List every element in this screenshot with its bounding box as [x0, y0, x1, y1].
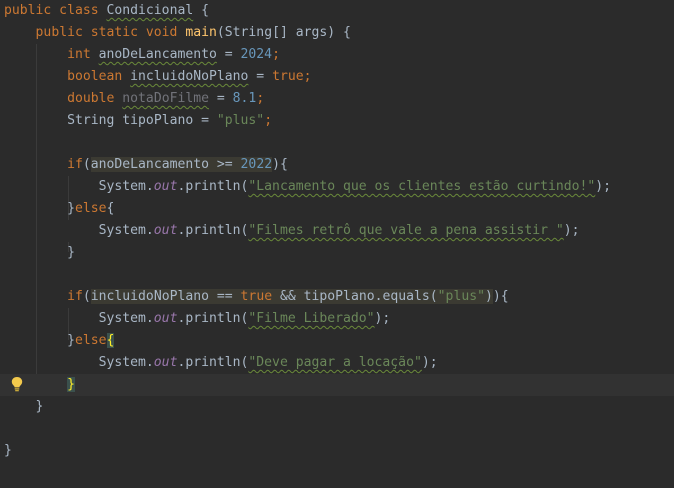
system-class: System. — [98, 179, 154, 194]
paren-close: ){ — [272, 157, 288, 172]
highlighted-condition: anoDeLancamento >= 2022 — [90, 157, 273, 172]
class-name: Condicional — [106, 3, 194, 18]
static-field-out: out — [153, 311, 178, 326]
static-field-out: out — [153, 355, 178, 370]
paren-close: ){ — [492, 289, 509, 304]
paren-open: ( — [82, 157, 91, 172]
code-line-3[interactable]: int anoDeLancamento = 2024; — [0, 44, 674, 66]
method-call: .equals( — [374, 289, 438, 304]
code-line-14[interactable]: if(incluidoNoPlano == true && tipoPlano.… — [0, 286, 674, 308]
method-params: (String[] args) { — [216, 25, 351, 40]
code-line-19[interactable]: } — [0, 396, 674, 418]
type-keyword: int — [67, 47, 91, 62]
code-line-18-current[interactable]: } — [0, 374, 674, 396]
string-literal: "Filme Liberado" — [248, 311, 375, 326]
statement-end: ); — [563, 223, 580, 238]
string-literal: "plus" — [216, 113, 265, 128]
operator: && — [272, 289, 304, 304]
closing-brace: } — [67, 245, 75, 260]
system-class: System. — [98, 223, 154, 238]
operator: == — [209, 289, 241, 304]
keyword: public static void — [35, 25, 178, 40]
method-call: .println( — [177, 355, 249, 370]
semicolon: ; — [264, 113, 273, 128]
number-literal: 2024 — [240, 47, 273, 62]
matched-closing-brace: } — [67, 377, 75, 392]
brace: { — [193, 3, 209, 18]
operator: = — [248, 69, 273, 84]
operator: = — [193, 113, 217, 128]
code-line-16[interactable]: }else{ — [0, 330, 674, 352]
method-call: .println( — [177, 311, 249, 326]
type-keyword: boolean — [67, 69, 123, 84]
paren-open: ( — [82, 289, 91, 304]
semicolon: ; — [272, 47, 280, 62]
variable-name: tipoPlano — [122, 113, 194, 128]
condition-variable: anoDeLancamento — [90, 157, 209, 172]
code-line-12[interactable]: } — [0, 242, 674, 264]
string-literal: "plus" — [437, 289, 485, 304]
semicolon: ; — [303, 69, 312, 84]
keyword-else: else — [74, 201, 107, 216]
variable-name: incluidoNoPlano — [130, 69, 249, 84]
code-line-11[interactable]: System.out.println("Filmes retrô que val… — [0, 220, 674, 242]
condition-variable: tipoPlano — [303, 289, 375, 304]
static-field-out: out — [153, 179, 178, 194]
statement-end: ); — [421, 355, 438, 370]
boolean-literal: true — [272, 69, 304, 84]
code-line-10[interactable]: }else{ — [0, 198, 674, 220]
keyword-if: if — [67, 289, 83, 304]
statement-end: ); — [595, 179, 612, 194]
code-line-1[interactable]: public class Condicional { — [0, 0, 674, 22]
matched-opening-brace: { — [106, 333, 115, 348]
method-call: .println( — [177, 179, 249, 194]
closing-brace: } — [67, 333, 75, 348]
type-keyword: double — [67, 91, 115, 106]
operator: = — [209, 91, 233, 106]
code-line-6[interactable]: String tipoPlano = "plus"; — [0, 110, 674, 132]
semicolon: ; — [256, 91, 265, 106]
method-call: .println( — [177, 223, 249, 238]
highlighted-condition: incluidoNoPlano == true && tipoPlano.equ… — [90, 289, 493, 304]
string-literal: "Lancamento que os clientes estão curtin… — [248, 179, 596, 194]
closing-brace: } — [67, 201, 75, 216]
boolean-literal: true — [240, 289, 273, 304]
code-line-21[interactable]: } — [0, 440, 674, 462]
method-name: main — [185, 25, 217, 40]
code-line-17[interactable]: System.out.println("Deve pagar a locação… — [0, 352, 674, 374]
variable-name: anoDeLancamento — [98, 47, 217, 62]
number-literal: 8.1 — [232, 91, 257, 106]
code-line-5[interactable]: double notaDoFilme = 8.1; — [0, 88, 674, 110]
code-line-4[interactable]: boolean incluidoNoPlano = true; — [0, 66, 674, 88]
operator: >= — [209, 157, 241, 172]
keyword-else: else — [74, 333, 107, 348]
closing-brace: } — [35, 399, 44, 414]
type-name: String — [67, 113, 115, 128]
code-editor[interactable]: public class Condicional { public static… — [0, 0, 674, 488]
string-literal: "Deve pagar a locação" — [248, 355, 422, 370]
operator: = — [216, 47, 241, 62]
opening-brace: { — [106, 201, 115, 216]
code-line-8[interactable]: if(anoDeLancamento >= 2022){ — [0, 154, 674, 176]
closing-brace: } — [4, 443, 12, 458]
keyword: public class — [4, 3, 99, 18]
statement-end: ); — [374, 311, 391, 326]
paren-close: ) — [484, 289, 493, 304]
code-line-9[interactable]: System.out.println("Lancamento que os cl… — [0, 176, 674, 198]
lightbulb-icon[interactable] — [10, 376, 24, 392]
static-field-out: out — [153, 223, 178, 238]
condition-variable: incluidoNoPlano — [90, 289, 209, 304]
system-class: System. — [98, 311, 154, 326]
keyword-if: if — [67, 157, 83, 172]
string-literal: "Filmes retrô que vale a pena assistir " — [248, 223, 564, 238]
code-line-2[interactable]: public static void main(String[] args) { — [0, 22, 674, 44]
code-line-15[interactable]: System.out.println("Filme Liberado"); — [0, 308, 674, 330]
system-class: System. — [98, 355, 154, 370]
unused-variable-name: notaDoFilme — [122, 91, 209, 106]
number-literal: 2022 — [240, 157, 273, 172]
